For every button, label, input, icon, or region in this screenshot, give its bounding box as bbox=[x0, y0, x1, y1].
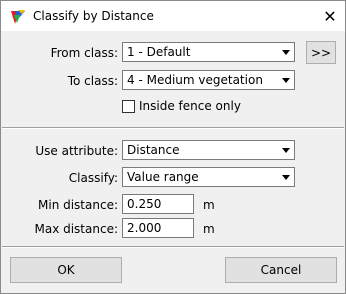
from-class-value: 1 - Default bbox=[127, 45, 191, 59]
use-attribute-label: Use attribute: bbox=[35, 144, 118, 158]
inside-fence-checkbox[interactable] bbox=[122, 100, 135, 113]
to-class-label: To class: bbox=[67, 74, 118, 88]
from-class-dropdown[interactable]: 1 - Default bbox=[122, 42, 295, 62]
max-distance-unit: m bbox=[203, 222, 215, 236]
chevron-down-icon[interactable] bbox=[277, 168, 294, 186]
cancel-button[interactable]: Cancel bbox=[225, 257, 337, 283]
classify-label: Classify: bbox=[68, 171, 118, 185]
inside-fence-label[interactable]: Inside fence only bbox=[139, 99, 241, 113]
from-class-label: From class: bbox=[50, 46, 118, 60]
title-bar: Classify by Distance ✕ bbox=[1, 1, 345, 31]
chevron-down-icon[interactable] bbox=[277, 43, 294, 61]
footer-divider bbox=[2, 246, 344, 248]
min-distance-unit: m bbox=[203, 198, 215, 212]
min-distance-value: 0.250 bbox=[127, 197, 162, 211]
close-icon[interactable]: ✕ bbox=[315, 1, 345, 31]
classify-value: Value range bbox=[127, 170, 199, 184]
app-icon bbox=[11, 10, 25, 24]
min-distance-label: Min distance: bbox=[38, 198, 118, 212]
min-distance-input[interactable]: 0.250 bbox=[122, 194, 194, 214]
section-divider bbox=[2, 127, 344, 129]
window-title: Classify by Distance bbox=[33, 9, 154, 23]
ok-button[interactable]: OK bbox=[10, 257, 122, 283]
dialog-window: Classify by Distance ✕ From class: 1 - D… bbox=[0, 0, 346, 294]
to-class-dropdown[interactable]: 4 - Medium vegetation bbox=[122, 70, 295, 90]
to-class-value: 4 - Medium vegetation bbox=[127, 73, 263, 87]
chevron-down-icon[interactable] bbox=[277, 71, 294, 89]
use-attribute-dropdown[interactable]: Distance bbox=[122, 140, 295, 160]
chevron-down-icon[interactable] bbox=[277, 141, 294, 159]
classify-dropdown[interactable]: Value range bbox=[122, 167, 295, 187]
use-attribute-value: Distance bbox=[127, 143, 180, 157]
more-classes-button[interactable]: >> bbox=[306, 41, 336, 64]
max-distance-label: Max distance: bbox=[34, 222, 118, 236]
max-distance-value: 2.000 bbox=[127, 221, 162, 235]
max-distance-input[interactable]: 2.000 bbox=[122, 218, 194, 238]
